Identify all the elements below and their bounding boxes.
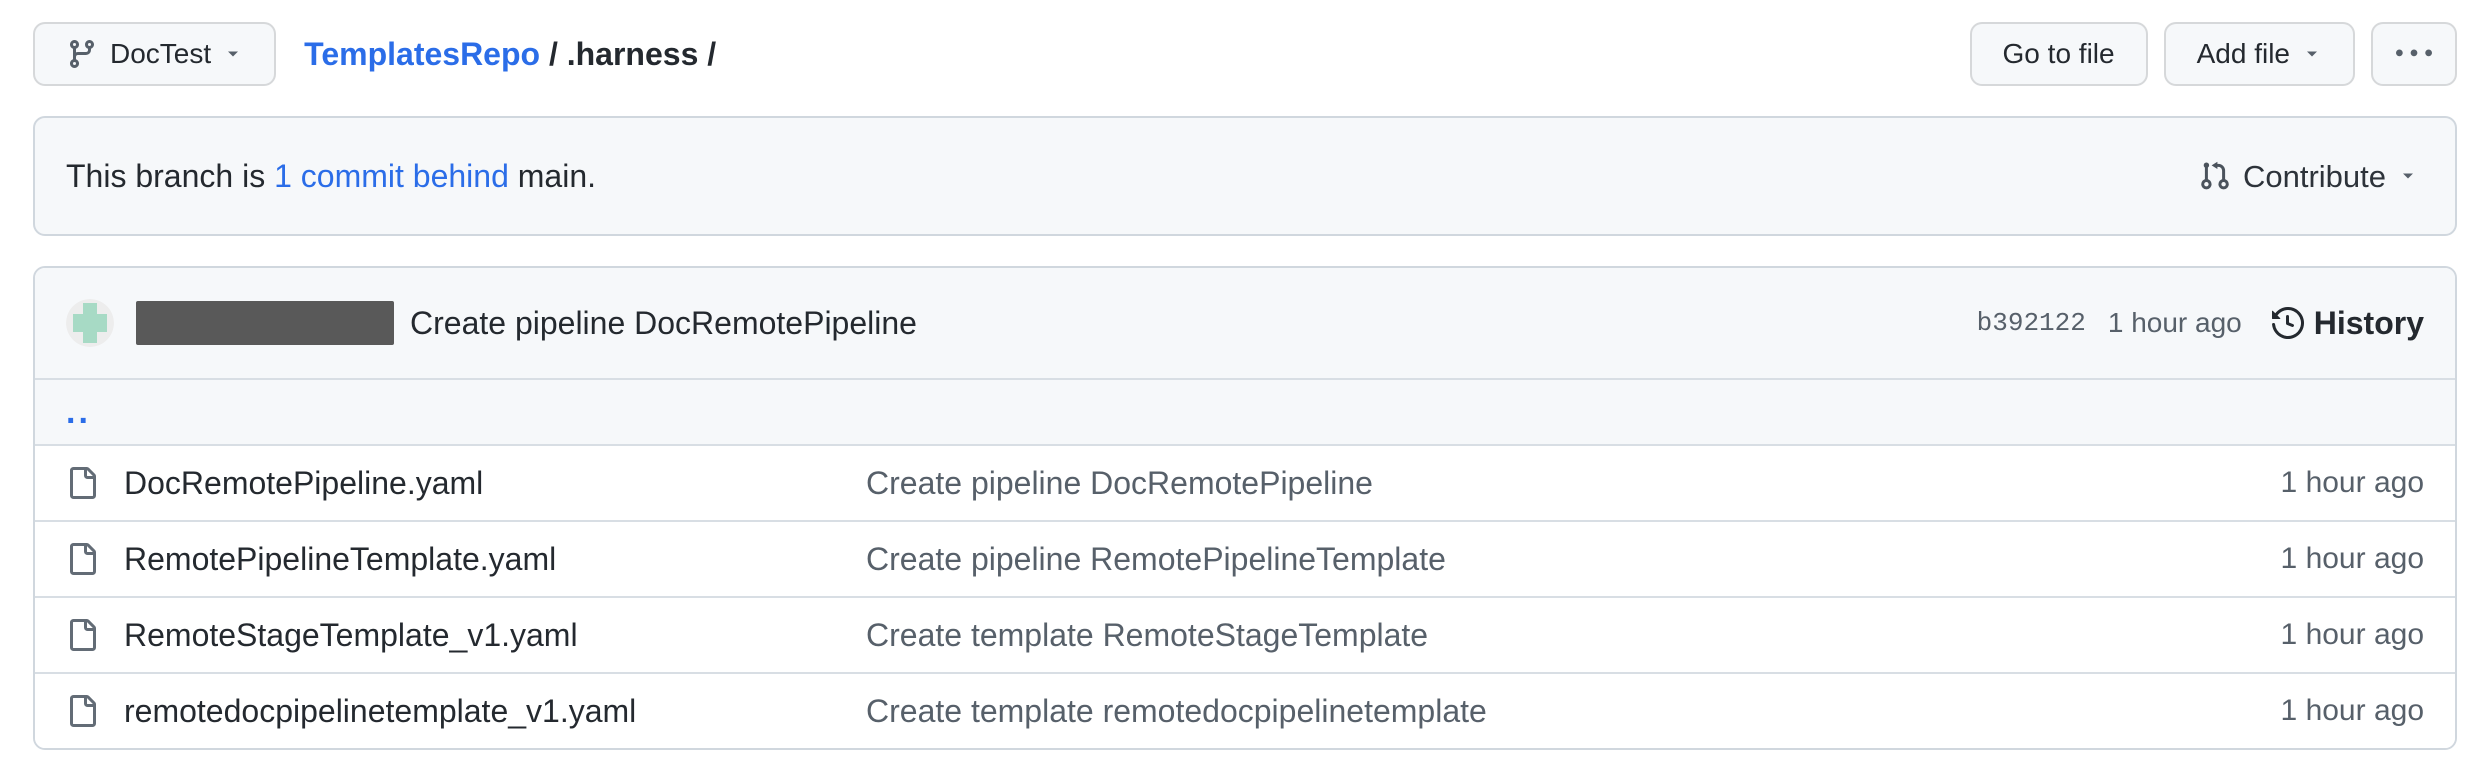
- file-commit-message-link[interactable]: Create pipeline RemotePipelineTemplate: [866, 541, 2124, 578]
- git-branch-icon: [66, 38, 98, 70]
- latest-commit-info: Create pipeline DocRemotePipeline: [66, 299, 917, 347]
- file-row: RemotePipelineTemplate.yaml Create pipel…: [35, 520, 2455, 596]
- file-name-link[interactable]: DocRemotePipeline.yaml: [124, 465, 483, 502]
- file-name-cell: RemotePipelineTemplate.yaml: [66, 541, 866, 578]
- file-icon: [66, 543, 98, 575]
- breadcrumb-separator: /: [540, 36, 567, 72]
- redacted-username: [136, 301, 394, 345]
- branch-selector-button[interactable]: DocTest: [33, 22, 276, 86]
- branch-status-banner: This branch is 1 commit behind main. Con…: [33, 116, 2457, 236]
- file-name-link[interactable]: remotedocpipelinetemplate_v1.yaml: [124, 693, 636, 730]
- commits-behind-link[interactable]: 1 commit behind: [274, 158, 509, 194]
- contribute-button[interactable]: Contribute: [2193, 159, 2424, 193]
- file-icon: [66, 695, 98, 727]
- breadcrumb-current-dir: .harness: [567, 36, 699, 72]
- file-name-link[interactable]: RemotePipelineTemplate.yaml: [124, 541, 556, 578]
- file-commit-time: 1 hour ago: [2124, 466, 2424, 500]
- add-file-label: Add file: [2197, 40, 2290, 68]
- latest-commit-message-link[interactable]: Create pipeline DocRemotePipeline: [410, 305, 917, 342]
- file-commit-message-link[interactable]: Create pipeline DocRemotePipeline: [866, 465, 2124, 502]
- file-name-cell: remotedocpipelinetemplate_v1.yaml: [66, 693, 866, 730]
- repo-header-bar: DocTest TemplatesRepo / .harness / Go to…: [33, 22, 2457, 86]
- history-icon: [2272, 307, 2304, 339]
- file-icon: [66, 467, 98, 499]
- branch-and-breadcrumb: DocTest TemplatesRepo / .harness /: [33, 22, 716, 86]
- file-commit-time: 1 hour ago: [2124, 618, 2424, 652]
- parent-directory-row: ..: [35, 378, 2455, 444]
- parent-directory-link[interactable]: ..: [66, 402, 91, 422]
- history-link[interactable]: History: [2272, 305, 2424, 342]
- chevron-down-icon: [2302, 44, 2322, 64]
- file-row: RemoteStageTemplate_v1.yaml Create templ…: [35, 596, 2455, 672]
- breadcrumb-separator: /: [698, 36, 716, 72]
- git-compare-icon: [2199, 160, 2231, 192]
- chevron-down-icon: [223, 44, 243, 64]
- commit-hash-link[interactable]: b392122: [1977, 308, 2086, 338]
- chevron-down-icon: [2398, 166, 2418, 186]
- file-commit-message-link[interactable]: Create template RemoteStageTemplate: [866, 617, 2124, 654]
- file-icon: [66, 619, 98, 651]
- file-commit-time: 1 hour ago: [2124, 542, 2424, 576]
- file-name-cell: DocRemotePipeline.yaml: [66, 465, 866, 502]
- kebab-horizontal-icon: [2396, 36, 2432, 72]
- latest-commit-meta: b392122 1 hour ago History: [1977, 305, 2424, 342]
- branch-status-suffix: main.: [509, 158, 596, 194]
- file-commit-message-link[interactable]: Create template remotedocpipelinetemplat…: [866, 693, 2124, 730]
- repo-file-browser: DocTest TemplatesRepo / .harness / Go to…: [0, 0, 2490, 750]
- go-to-file-button[interactable]: Go to file: [1970, 22, 2148, 86]
- current-branch-label: DocTest: [110, 40, 211, 68]
- breadcrumb: TemplatesRepo / .harness /: [304, 36, 716, 73]
- file-name-link[interactable]: RemoteStageTemplate_v1.yaml: [124, 617, 578, 654]
- history-label: History: [2314, 305, 2424, 342]
- committer-avatar[interactable]: [66, 299, 114, 347]
- branch-status-prefix: This branch is: [66, 158, 274, 194]
- latest-commit-header: Create pipeline DocRemotePipeline b39212…: [35, 268, 2455, 378]
- file-browser-box: Create pipeline DocRemotePipeline b39212…: [33, 266, 2457, 750]
- repo-header-actions: Go to file Add file: [1970, 22, 2457, 86]
- file-commit-time: 1 hour ago: [2124, 694, 2424, 728]
- contribute-label: Contribute: [2243, 161, 2386, 192]
- branch-status-text: This branch is 1 commit behind main.: [66, 158, 596, 195]
- commit-time: 1 hour ago: [2108, 307, 2242, 339]
- file-row: DocRemotePipeline.yaml Create pipeline D…: [35, 444, 2455, 520]
- file-row: remotedocpipelinetemplate_v1.yaml Create…: [35, 672, 2455, 748]
- identicon-avatar: [66, 299, 114, 347]
- file-name-cell: RemoteStageTemplate_v1.yaml: [66, 617, 866, 654]
- more-options-button[interactable]: [2371, 22, 2457, 86]
- add-file-button[interactable]: Add file: [2164, 22, 2355, 86]
- breadcrumb-repo-link[interactable]: TemplatesRepo: [304, 36, 540, 72]
